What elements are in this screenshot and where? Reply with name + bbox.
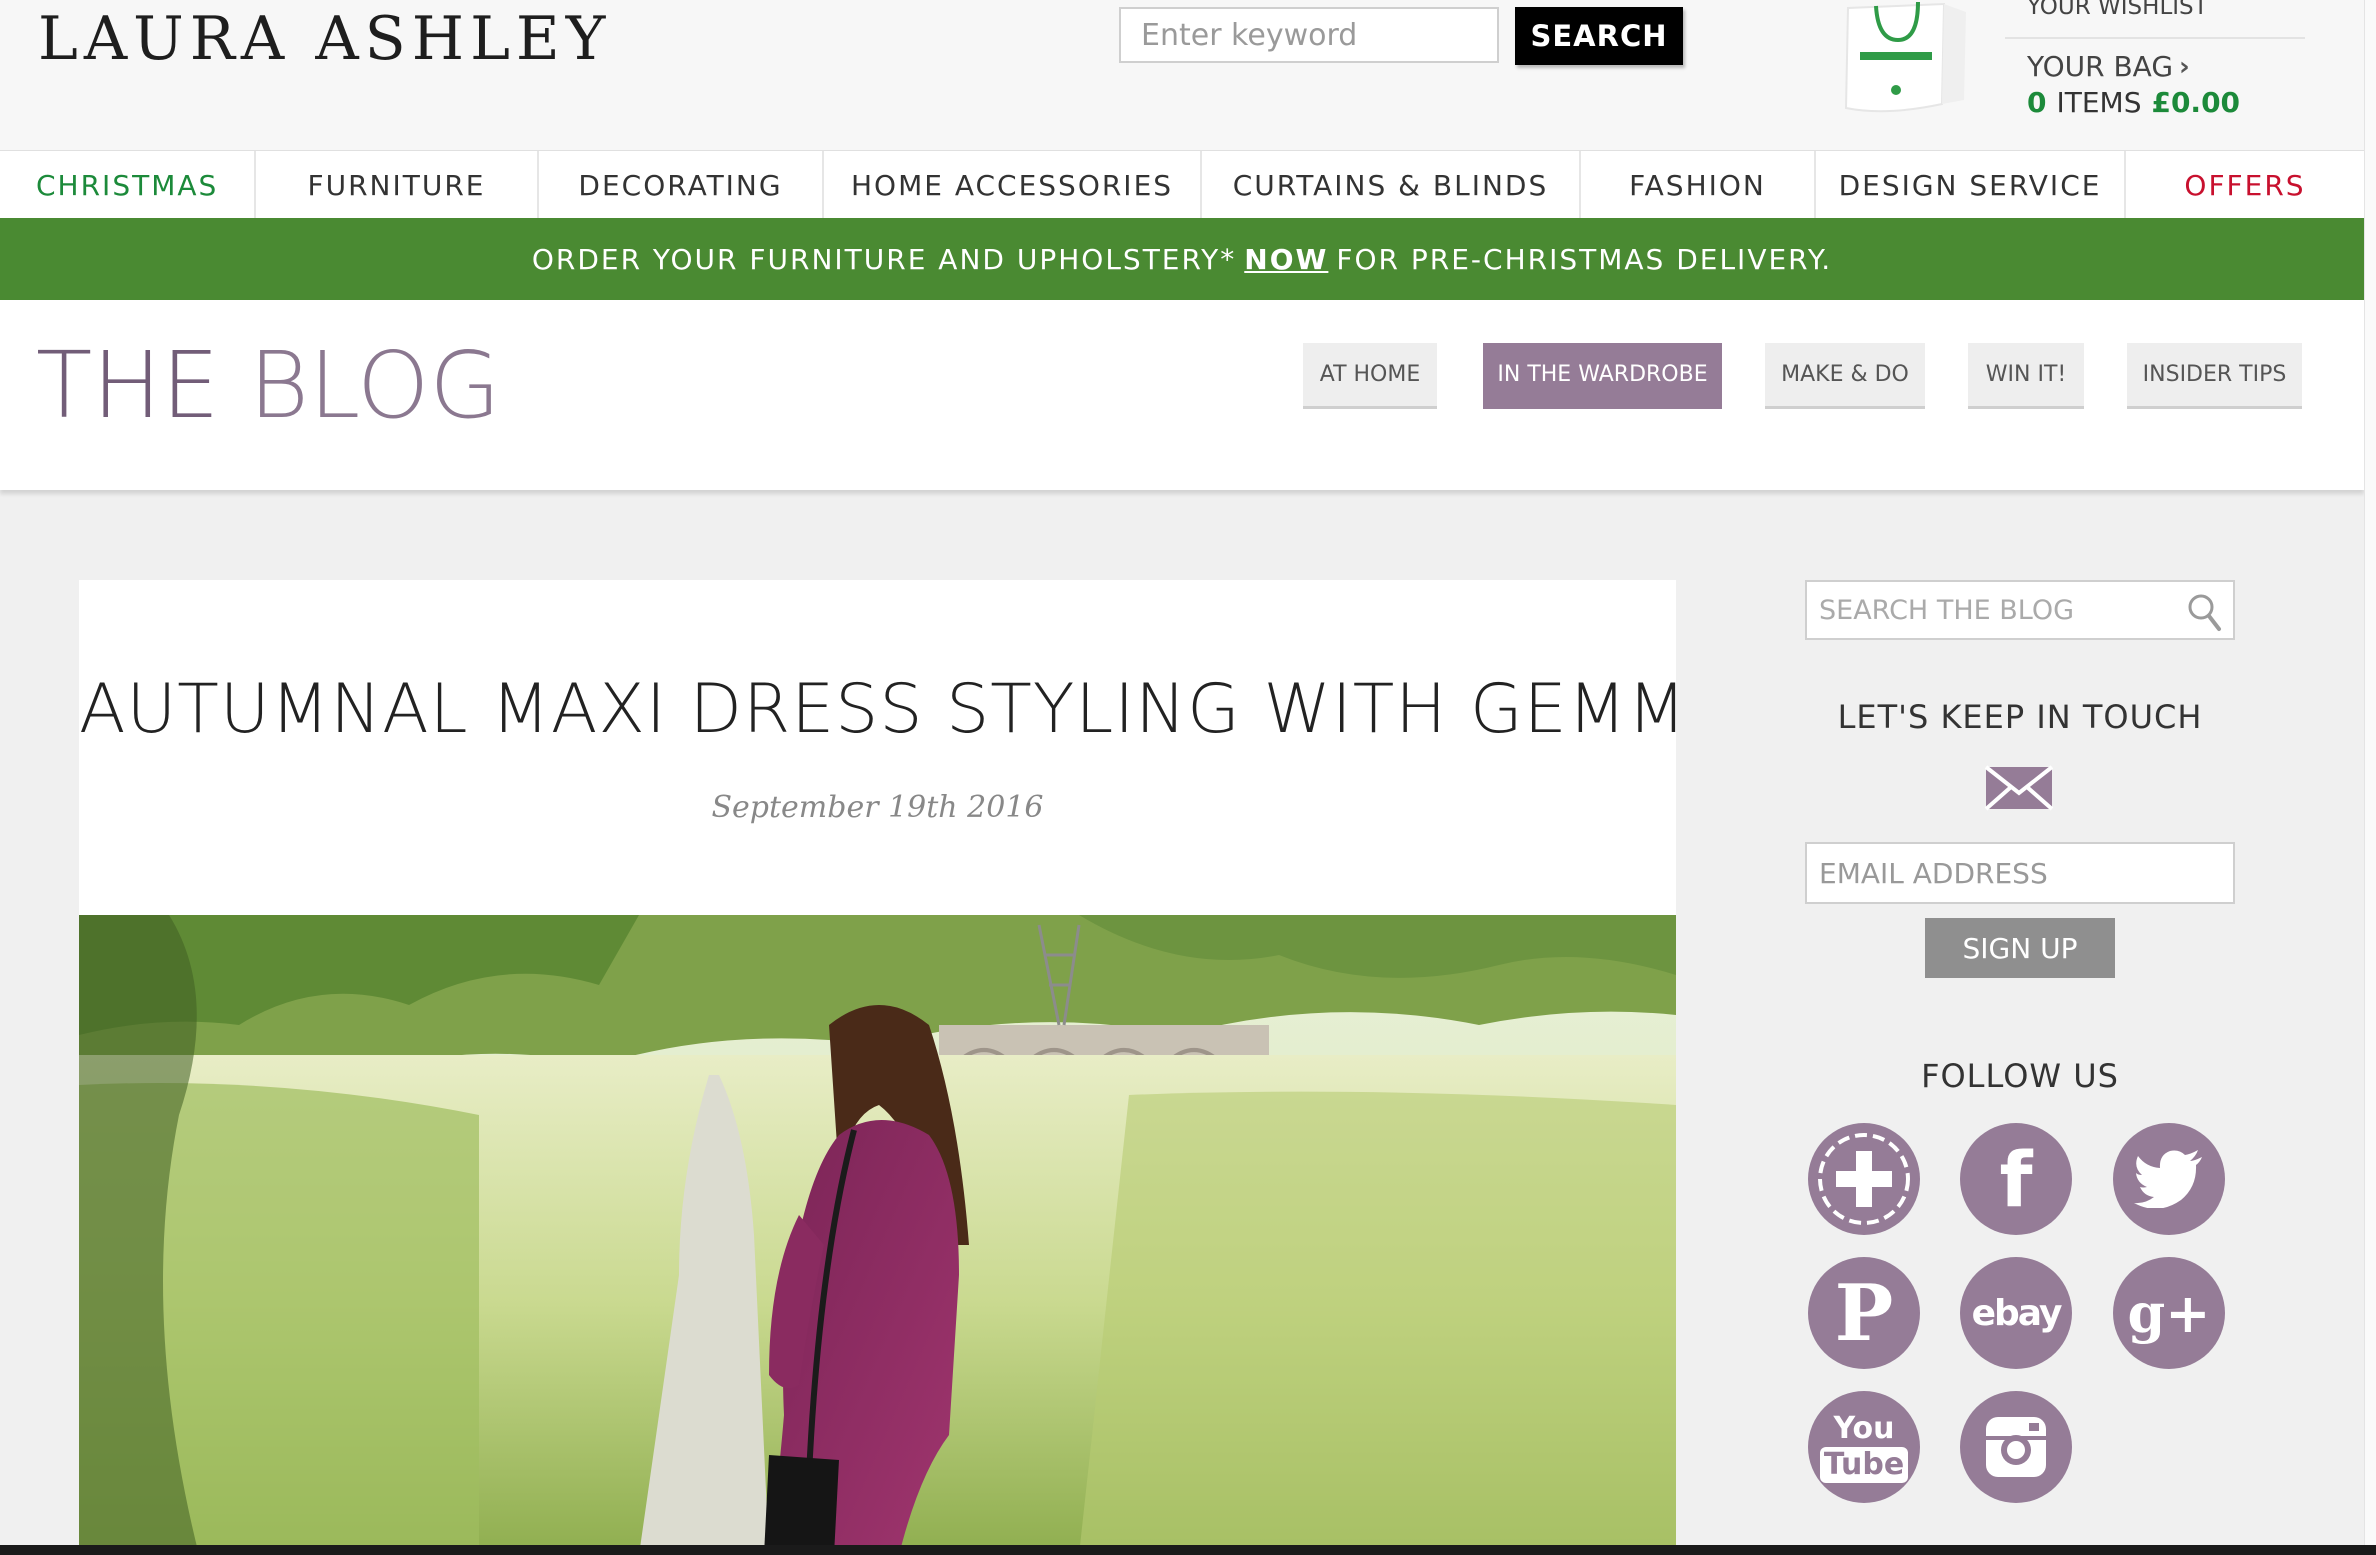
search-input[interactable] [1119,7,1499,63]
search-icon[interactable] [2185,592,2223,632]
bag-total: £0.00 [2151,86,2241,119]
youtube-glyph-top: You [1833,1411,1895,1446]
google-plus-glyph: g+ [2127,1281,2211,1345]
facebook-glyph: f [1999,1134,2033,1224]
nav-item-decorating[interactable]: DECORATING [539,151,824,219]
blog-title-the: THE [36,332,220,439]
tab-insider-tips[interactable]: INSIDER TIPS [2127,343,2302,409]
promo-text-after: FOR PRE-CHRISTMAS DELIVERY. [1336,242,1833,276]
tab-in-the-wardrobe[interactable]: IN THE WARDROBE [1483,343,1722,409]
pinterest-glyph: P [1834,1267,1894,1359]
youtube-glyph-bottom: Tube [1819,1447,1909,1483]
tab-win-it[interactable]: WIN IT! [1968,343,2084,409]
chevron-right-icon: › [2179,51,2190,82]
nav-item-design-service[interactable]: DESIGN SERVICE [1816,151,2126,219]
ebay-icon[interactable]: ebay [1960,1257,2072,1369]
main-navigation: CHRISTMAS FURNITURE DECORATING HOME ACCE… [0,150,2364,219]
blog-title-blog: BLOG [248,332,501,439]
tab-make-and-do[interactable]: MAKE & DO [1765,343,1925,409]
follow-us-heading: FOLLOW US [1921,1057,2119,1095]
site-header: LAURA ASHLEY SEARCH YOUR WISHLIST YOUR B… [0,0,2364,150]
blog-search-placeholder: SEARCH THE BLOG [1819,594,2075,626]
sign-up-button[interactable]: SIGN UP [1925,918,2115,978]
facebook-icon[interactable]: f [1960,1123,2072,1235]
article-hero-image[interactable] [79,915,1676,1555]
pinterest-icon[interactable]: P [1808,1257,1920,1369]
blog-header: THE BLOG AT HOME IN THE WARDROBE MAKE & … [0,300,2364,490]
nav-item-fashion[interactable]: FASHION [1581,151,1816,219]
email-placeholder: EMAIL ADDRESS [1819,856,2048,890]
bag-label: YOUR BAG [2027,50,2174,83]
bag-items-label: ITEMS [2056,86,2142,119]
ebay-glyph: ebay [1971,1292,2063,1334]
bag-link[interactable]: YOUR BAG › [2027,50,2190,83]
blog-search-input[interactable]: SEARCH THE BLOG [1805,580,2235,640]
envelope-icon [1984,765,2054,811]
nav-item-curtains-blinds[interactable]: CURTAINS & BLINDS [1202,151,1581,219]
page-scrollbar[interactable] [2364,0,2376,1555]
wishlist-link[interactable]: YOUR WISHLIST [2027,0,2208,20]
tab-at-home[interactable]: AT HOME [1303,343,1437,409]
blog-title[interactable]: THE BLOG [36,332,501,439]
google-plus-icon[interactable]: g+ [2113,1257,2225,1369]
bloglovin-plus-icon[interactable] [1808,1123,1920,1235]
bag-summary: 0 ITEMS £0.00 [2027,86,2240,119]
keep-in-touch-heading: LET'S KEEP IN TOUCH [1837,698,2203,736]
nav-item-furniture[interactable]: FURNITURE [256,151,539,219]
search-button[interactable]: SEARCH [1515,7,1683,65]
nav-item-home-accessories[interactable]: HOME ACCESSORIES [824,151,1202,219]
brand-logo[interactable]: LAURA ASHLEY [38,4,611,74]
promo-now-link[interactable]: NOW [1244,243,1328,276]
shopping-bag-icon[interactable] [1826,0,1972,118]
article-date: September 19th 2016 [711,790,1044,825]
nav-item-offers[interactable]: OFFERS [2126,151,2364,219]
article-title[interactable]: AUTUMNAL MAXI DRESS STYLING WITH GEMMA [79,670,1676,749]
email-field[interactable]: EMAIL ADDRESS [1805,842,2235,904]
bag-item-count: 0 [2027,86,2047,119]
instagram-icon[interactable] [1960,1391,2072,1503]
promo-banner: ORDER YOUR FURNITURE AND UPHOLSTERY* NOW… [0,218,2364,300]
twitter-icon[interactable] [2113,1123,2225,1235]
youtube-icon[interactable]: You Tube [1808,1391,1920,1503]
bottom-edge-shadow [0,1545,2376,1555]
nav-item-christmas[interactable]: CHRISTMAS [0,151,256,219]
article-card: AUTUMNAL MAXI DRESS STYLING WITH GEMMA S… [79,580,1676,1555]
account-divider [2005,37,2305,39]
promo-text-before: ORDER YOUR FURNITURE AND UPHOLSTERY* [531,242,1237,276]
